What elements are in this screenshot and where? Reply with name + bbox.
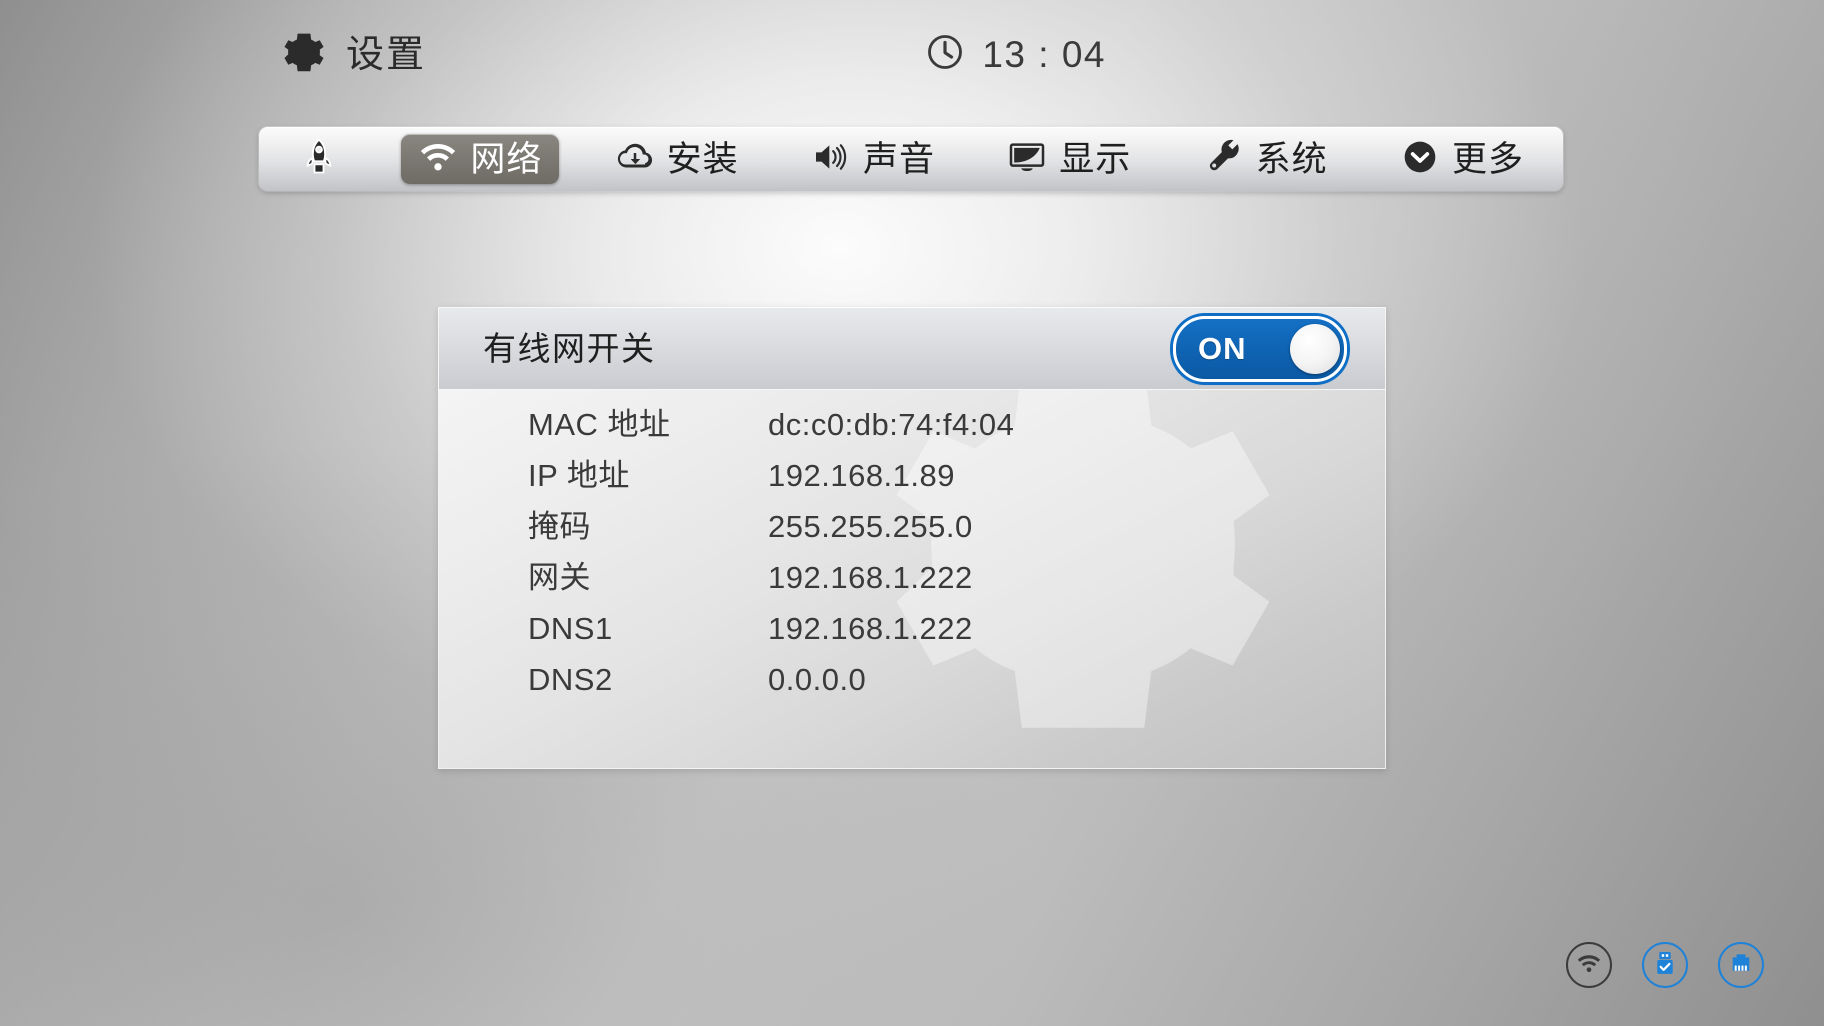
tray-ethernet-status[interactable] — [1718, 942, 1764, 988]
top-bar: 设置 13 : 04 — [0, 0, 1824, 112]
tab-sound-label: 声音 — [862, 139, 935, 179]
table-row: 掩码 255.255.255.0 — [439, 501, 1385, 552]
row-label: DNS1 — [528, 611, 613, 646]
settings-screen: 设置 13 : 04 网络 安装 声音 显示 系统 更多 有线网开关 ON MA… — [0, 0, 1824, 1026]
wifi-icon — [418, 137, 458, 182]
wired-network-switch-row: 有线网开关 ON — [439, 308, 1385, 390]
tray-wifi-status[interactable] — [1566, 942, 1612, 988]
wifi-icon — [1575, 949, 1603, 982]
status-tray — [1566, 942, 1764, 988]
wrench-icon — [1204, 137, 1244, 182]
chevron-down-icon — [1400, 137, 1440, 182]
usb-check-icon — [1651, 949, 1679, 982]
table-row: 网关 192.168.1.222 — [439, 552, 1385, 603]
cloud-download-icon — [615, 137, 655, 182]
gear-icon — [282, 30, 326, 79]
table-row: DNS1 192.168.1.222 — [439, 603, 1385, 654]
page-title: 设置 — [346, 33, 427, 76]
row-value: 192.168.1.222 — [768, 560, 973, 595]
tab-install[interactable]: 安装 — [598, 134, 756, 184]
row-label: 网关 — [528, 560, 591, 595]
tray-usb-status[interactable] — [1642, 942, 1688, 988]
wired-network-switch-label: 有线网开关 — [483, 330, 656, 367]
toggle-state-label: ON — [1198, 331, 1247, 366]
network-info-body: MAC 地址 dc:c0:db:74:f4:04 IP 地址 192.168.1… — [439, 390, 1385, 768]
toggle-knob — [1290, 323, 1340, 374]
clock-icon — [925, 32, 965, 77]
row-label: IP 地址 — [528, 458, 630, 493]
tab-home[interactable] — [267, 134, 363, 184]
tab-more[interactable]: 更多 — [1383, 134, 1541, 184]
tab-system-label: 系统 — [1255, 139, 1328, 179]
table-row: DNS2 0.0.0.0 — [439, 654, 1385, 705]
row-value: 192.168.1.89 — [768, 458, 956, 493]
speaker-icon — [811, 137, 851, 182]
row-value: 192.168.1.222 — [768, 611, 973, 646]
tab-display[interactable]: 显示 — [990, 134, 1148, 184]
tab-display-label: 显示 — [1059, 139, 1132, 179]
clock-time: 13 : 04 — [982, 34, 1106, 75]
monitor-icon — [1007, 137, 1047, 182]
network-info-list: MAC 地址 dc:c0:db:74:f4:04 IP 地址 192.168.1… — [439, 390, 1385, 705]
ethernet-icon — [1727, 949, 1755, 982]
tab-system[interactable]: 系统 — [1187, 134, 1345, 184]
wired-network-toggle[interactable]: ON — [1173, 315, 1347, 382]
tab-network[interactable]: 网络 — [401, 134, 560, 184]
tab-more-label: 更多 — [1451, 139, 1524, 179]
table-row: IP 地址 192.168.1.89 — [439, 450, 1385, 501]
row-value: dc:c0:db:74:f4:04 — [768, 407, 1015, 442]
table-row: MAC 地址 dc:c0:db:74:f4:04 — [439, 399, 1385, 450]
row-value: 0.0.0.0 — [768, 662, 867, 697]
app-brand: 设置 — [282, 30, 426, 79]
row-label: 掩码 — [528, 509, 591, 544]
row-value: 255.255.255.0 — [768, 509, 973, 544]
tab-sound[interactable]: 声音 — [794, 134, 952, 184]
status-clock: 13 : 04 — [925, 32, 1106, 77]
row-label: MAC 地址 — [528, 407, 671, 442]
tab-network-label: 网络 — [470, 139, 543, 179]
settings-tab-bar: 网络 安装 声音 显示 系统 更多 — [259, 127, 1563, 191]
rocket-icon — [299, 137, 339, 182]
wired-network-panel: 有线网开关 ON MAC 地址 dc:c0:db:74:f4:04 IP 地址 … — [438, 307, 1386, 769]
row-label: DNS2 — [528, 662, 613, 697]
tab-install-label: 安装 — [666, 139, 739, 179]
